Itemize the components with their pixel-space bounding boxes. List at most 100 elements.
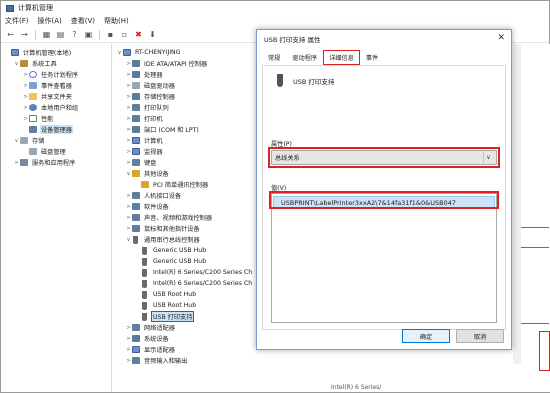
chevron-right-icon[interactable]: > bbox=[125, 358, 132, 364]
device-label: 处理器 bbox=[144, 72, 163, 79]
menu-view[interactable]: 查看(V) bbox=[71, 16, 95, 26]
property-highlight-box bbox=[268, 147, 500, 168]
background-red-box bbox=[539, 331, 550, 371]
chevron-down-icon[interactable]: ∨ bbox=[125, 171, 132, 177]
chevron-right-icon[interactable]: > bbox=[125, 105, 132, 111]
ok-button[interactable]: 确定 bbox=[402, 329, 450, 343]
tool-icon bbox=[20, 60, 28, 67]
chevron-down-icon[interactable]: ∨ bbox=[13, 138, 20, 144]
tree-performance[interactable]: > 性能 bbox=[1, 113, 111, 124]
device-item[interactable]: > 音频输入和输出 bbox=[113, 355, 550, 366]
chevron-down-icon[interactable]: ∨ bbox=[116, 50, 123, 56]
device-label: 人机接口设备 bbox=[144, 193, 182, 200]
chevron-right-icon[interactable]: > bbox=[125, 94, 132, 100]
properties-dialog: USB 打印支持 属性 ✕ 常规 驱动程序 详细信息 事件 USB 打印支持 属… bbox=[256, 29, 512, 350]
usb-icon bbox=[142, 268, 147, 277]
chevron-right-icon[interactable]: > bbox=[125, 72, 132, 78]
pc-icon bbox=[132, 346, 140, 353]
menu-bar: 文件(F) 操作(A) 查看(V) 帮助(H) bbox=[1, 15, 549, 27]
properties-icon[interactable]: ▤ bbox=[55, 29, 66, 40]
nav-label: 本地用户和组 bbox=[41, 105, 79, 112]
chevron-right-icon[interactable]: > bbox=[22, 105, 29, 111]
chip-icon bbox=[132, 71, 140, 78]
chevron-right-icon[interactable]: > bbox=[125, 149, 132, 155]
pc-icon bbox=[11, 49, 19, 56]
device-label: 打印队列 bbox=[144, 105, 169, 112]
cancel-button[interactable]: 取消 bbox=[456, 329, 504, 343]
update-driver-2-icon[interactable]: ▫ bbox=[119, 29, 130, 40]
tab-details[interactable]: 详细信息 bbox=[323, 50, 360, 65]
tree-shared-folders[interactable]: > 共享文件夹 bbox=[1, 91, 111, 102]
chevron-right-icon[interactable]: > bbox=[125, 138, 132, 144]
device-label: 其他设备 bbox=[144, 171, 169, 178]
chevron-right-icon[interactable]: > bbox=[22, 94, 29, 100]
chevron-right-icon[interactable]: > bbox=[125, 61, 132, 67]
folder-icon bbox=[29, 93, 37, 100]
chevron-right-icon[interactable]: > bbox=[125, 215, 132, 221]
chip-icon bbox=[132, 93, 140, 100]
tree-event-viewer[interactable]: > 事件查看器 bbox=[1, 80, 111, 91]
device-label: 打印机 bbox=[144, 116, 163, 123]
chevron-right-icon[interactable]: > bbox=[125, 336, 132, 342]
pc-icon bbox=[123, 49, 131, 56]
tree-local-users[interactable]: > 本地用户和组 bbox=[1, 102, 111, 113]
tab-general[interactable]: 常规 bbox=[262, 50, 286, 65]
chevron-right-icon[interactable]: > bbox=[125, 83, 132, 89]
chevron-right-icon[interactable]: > bbox=[125, 347, 132, 353]
window-title: 计算机管理 bbox=[18, 4, 53, 12]
uninstall-device-icon[interactable]: ✖ bbox=[133, 29, 144, 40]
menu-file[interactable]: 文件(F) bbox=[5, 16, 29, 26]
chevron-right-icon[interactable]: > bbox=[125, 193, 132, 199]
warn-icon bbox=[141, 181, 149, 188]
chevron-right-icon[interactable]: > bbox=[125, 116, 132, 122]
menu-action[interactable]: 操作(A) bbox=[38, 16, 62, 26]
dialog-buttons: 确定 取消 bbox=[402, 329, 504, 343]
device-label: USB 打印支持 bbox=[150, 311, 195, 322]
device-label: Generic USB Hub bbox=[153, 258, 207, 265]
show-hide-tree-icon[interactable]: ▦ bbox=[41, 29, 52, 40]
update-driver-icon[interactable]: ▪ bbox=[105, 29, 116, 40]
clock-icon bbox=[29, 71, 37, 78]
chevron-right-icon[interactable]: > bbox=[22, 116, 29, 122]
scan-hardware-icon[interactable]: ▣ bbox=[83, 29, 94, 40]
details-tab-panel: USB 打印支持 属性(P) 总线关系 ∨ 值(V) USBPRINT\Labe… bbox=[262, 65, 506, 330]
chevron-right-icon[interactable]: > bbox=[22, 83, 29, 89]
tree-task-scheduler[interactable]: > 任务计划程序 bbox=[1, 69, 111, 80]
device-label: IDE ATA/ATAPI 控制器 bbox=[144, 61, 208, 68]
background-red-line bbox=[521, 227, 549, 228]
forward-arrow-icon[interactable]: → bbox=[19, 29, 30, 40]
device-tree-scrollbar[interactable] bbox=[513, 44, 521, 364]
chevron-right-icon[interactable]: > bbox=[125, 204, 132, 210]
device-label: 声音、视频和游戏控制器 bbox=[144, 215, 213, 222]
chevron-down-icon[interactable]: ∨ bbox=[125, 237, 132, 243]
chevron-right-icon[interactable]: > bbox=[125, 160, 132, 166]
nav-label: 系统工具 bbox=[32, 61, 57, 68]
background-red-line bbox=[521, 247, 549, 248]
chevron-right-icon[interactable]: > bbox=[13, 160, 20, 166]
back-arrow-icon[interactable]: ← bbox=[5, 29, 16, 40]
chevron-right-icon[interactable]: > bbox=[22, 72, 29, 78]
close-icon[interactable]: ✕ bbox=[497, 33, 505, 43]
tree-disk-management[interactable]: 磁盘管理 bbox=[1, 146, 111, 157]
nav-label: 性能 bbox=[41, 116, 54, 123]
tree-services-apps[interactable]: > 服务和应用程序 bbox=[1, 157, 111, 168]
help-icon[interactable]: ? bbox=[69, 29, 80, 40]
chevron-right-icon[interactable]: > bbox=[125, 325, 132, 331]
tab-events[interactable]: 事件 bbox=[360, 50, 384, 65]
chevron-down-icon[interactable]: ∨ bbox=[13, 61, 20, 67]
tree-device-manager[interactable]: 设备管理器 bbox=[1, 124, 111, 135]
chevron-right-icon[interactable]: > bbox=[125, 127, 132, 133]
device-label: PCI 简单通讯控制器 bbox=[153, 182, 209, 189]
tree-storage[interactable]: ∨ 存储 bbox=[1, 135, 111, 146]
device-label: 软件设备 bbox=[144, 204, 169, 211]
tree-computer-management-local[interactable]: 计算机管理(本地) bbox=[1, 47, 111, 58]
dev-icon bbox=[132, 104, 140, 111]
usb-icon bbox=[142, 279, 147, 288]
chevron-right-icon[interactable]: > bbox=[125, 226, 132, 232]
tab-driver[interactable]: 驱动程序 bbox=[286, 50, 323, 65]
tree-system-tools[interactable]: ∨ 系统工具 bbox=[1, 58, 111, 69]
value-list[interactable]: USBPRINT\LabelPrinter3xxA2\7&14fa31f1&0&… bbox=[271, 193, 497, 323]
download-icon[interactable]: ⬇ bbox=[147, 29, 158, 40]
svc-icon bbox=[20, 159, 28, 166]
menu-help[interactable]: 帮助(H) bbox=[104, 16, 129, 26]
